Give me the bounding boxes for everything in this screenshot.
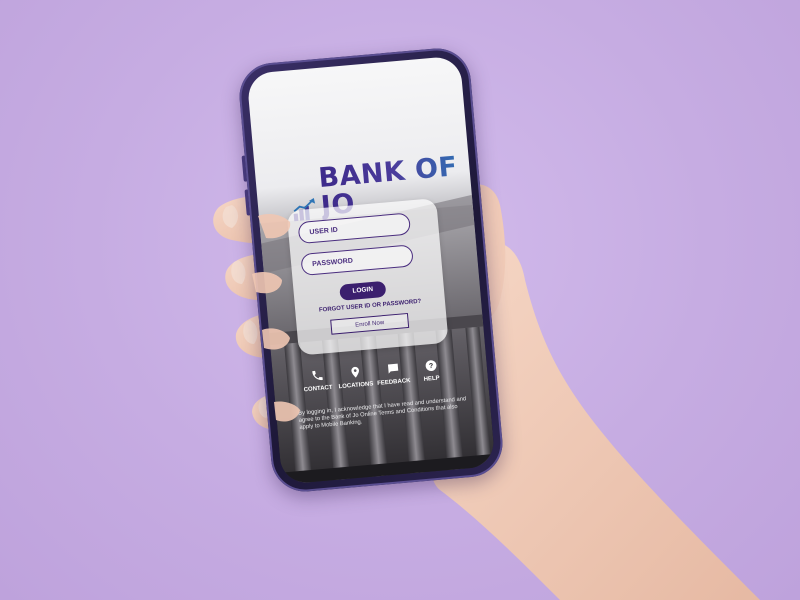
- phone-screen: BANK OF JO USER ID PASSWORD LOGIN FORGOT…: [246, 55, 496, 485]
- phone: BANK OF JO USER ID PASSWORD LOGIN FORGOT…: [236, 45, 506, 495]
- enroll-now-button[interactable]: Enroll Now: [330, 312, 410, 335]
- forgot-credentials-link[interactable]: FORGOT USER ID OR PASSWORD?: [295, 297, 445, 316]
- locations-link[interactable]: LOCATIONS: [336, 364, 374, 390]
- password-input[interactable]: PASSWORD: [300, 244, 414, 277]
- login-card: USER ID PASSWORD LOGIN FORGOT USER ID OR…: [286, 198, 449, 356]
- svg-text:?: ?: [428, 363, 433, 370]
- chat-bubble-icon: [387, 363, 398, 374]
- help-icon: ?: [425, 360, 436, 372]
- help-link[interactable]: ? HELP: [412, 358, 450, 384]
- feedback-link[interactable]: FEEDBACK: [374, 361, 412, 387]
- phone-icon: [311, 370, 323, 381]
- location-pin-icon: [350, 366, 359, 378]
- user-id-input[interactable]: USER ID: [297, 212, 412, 245]
- login-button[interactable]: LOGIN: [339, 280, 387, 301]
- contact-link[interactable]: CONTACT: [299, 368, 337, 394]
